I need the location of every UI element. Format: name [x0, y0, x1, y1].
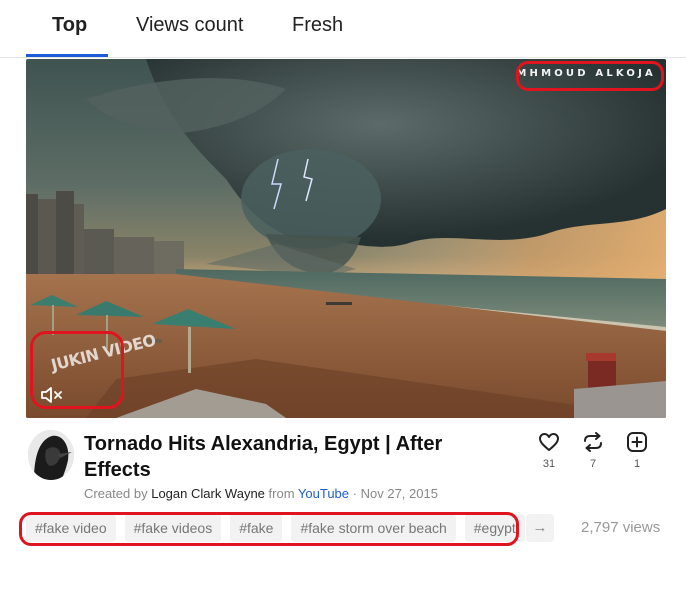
created-by-label: Created by [84, 486, 148, 501]
author-avatar[interactable] [28, 430, 74, 480]
video-player[interactable]: MHMOUD ALKOJA JUKIN VIDEO [26, 59, 666, 418]
add-icon [627, 432, 647, 452]
tab-fresh[interactable]: Fresh [292, 14, 343, 37]
repost-button[interactable]: 7 [578, 432, 608, 470]
like-button[interactable]: 31 [534, 432, 564, 470]
view-count: 2,797 views [581, 519, 661, 536]
repost-icon [584, 432, 602, 452]
active-tab-indicator [26, 54, 108, 57]
tab-top[interactable]: Top [52, 14, 87, 37]
add-button[interactable]: 1 [622, 432, 652, 470]
from-label: from [268, 486, 295, 501]
author-name[interactable]: Logan Clark Wayne [151, 486, 265, 501]
video-meta: Created by Logan Clark Wayne from YouTub… [84, 486, 438, 501]
tab-views-count[interactable]: Views count [136, 14, 243, 37]
watermark-highlight-box [516, 61, 664, 91]
tags-highlight-box [19, 512, 519, 546]
source-link[interactable]: YouTube [298, 486, 349, 501]
publish-date: Nov 27, 2015 [360, 486, 438, 501]
like-count: 31 [542, 458, 556, 470]
tab-bar: Top Views count Fresh [0, 0, 686, 58]
add-count: 1 [633, 458, 641, 470]
repost-count: 7 [589, 458, 597, 470]
meta-separator: · [352, 486, 357, 501]
more-tags-arrow-button[interactable]: → [526, 514, 554, 542]
heart-icon [539, 433, 559, 451]
speaker-muted-icon[interactable] [40, 385, 66, 405]
avatar-image [28, 430, 74, 480]
video-title[interactable]: Tornado Hits Alexandria, Egypt | After E… [84, 431, 504, 483]
